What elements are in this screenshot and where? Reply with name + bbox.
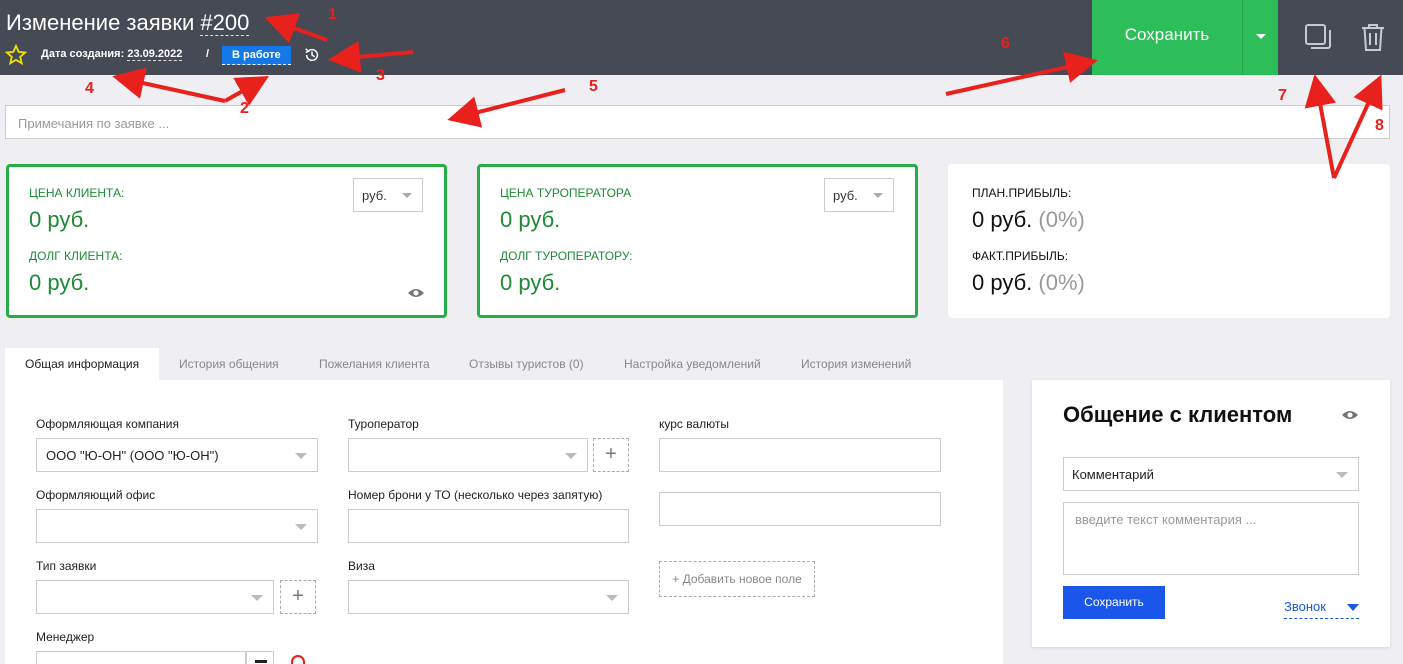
operator-debt-value: 0 руб. <box>500 270 561 295</box>
plan-profit-label: ПЛАН.ПРИБЫЛЬ: <box>972 186 1072 200</box>
message-type-select[interactable]: Комментарий <box>1063 457 1359 491</box>
annotation-1: 1 <box>328 6 337 23</box>
manager-label: Менеджер <box>36 630 95 644</box>
company-select[interactable]: ООО "Ю-ОН" (ООО "Ю-ОН") <box>36 438 318 472</box>
visa-select[interactable] <box>348 580 629 614</box>
add-tour-operator-button[interactable]: + <box>593 438 629 472</box>
plan-profit-amount: 0 руб. <box>972 207 1033 232</box>
manager-dropdown-toggle[interactable] <box>246 651 274 664</box>
client-price-label: ЦЕНА КЛИЕНТА: <box>29 186 125 200</box>
client-currency-select[interactable]: руб. <box>353 178 423 212</box>
created-date-value[interactable]: 23.09.2022 <box>127 48 183 61</box>
created-date: Дата создания: 23.09.2022 <box>41 48 183 61</box>
exchange-rate-input[interactable] <box>659 438 941 472</box>
title-prefix: Изменение заявки <box>6 10 201 35</box>
status-badge[interactable]: В работе <box>222 46 291 65</box>
order-type-label: Тип заявки <box>36 559 97 573</box>
tour-operator-label: Туроператор <box>348 417 419 431</box>
fact-profit-label: ФАКТ.ПРИБЫЛЬ: <box>972 249 1069 263</box>
created-label: Дата создания: <box>41 48 125 60</box>
tab-general-info[interactable]: Общая информация <box>5 348 159 380</box>
star-icon[interactable] <box>5 44 27 66</box>
eye-icon[interactable] <box>407 287 425 299</box>
operator-currency-select[interactable]: руб. <box>824 178 894 212</box>
booking-number-label: Номер брони у ТО (несколько через запяту… <box>348 488 603 502</box>
trash-icon[interactable] <box>1360 22 1386 52</box>
annotation-5: 5 <box>589 78 598 95</box>
order-number[interactable]: #200 <box>200 10 250 36</box>
copy-icon[interactable] <box>1303 22 1333 52</box>
notes-input[interactable]: Примечания по заявке ... <box>5 105 1390 139</box>
save-options-dropdown[interactable] <box>1242 0 1278 75</box>
exchange-rate-input-2[interactable] <box>659 492 941 526</box>
separator: / <box>206 48 210 60</box>
annotation-3: 3 <box>376 67 385 84</box>
comment-save-button[interactable]: Сохранить <box>1063 586 1165 619</box>
annotation-7: 7 <box>1278 87 1287 104</box>
comment-textarea[interactable]: введите текст комментария ... <box>1063 502 1359 575</box>
tab-change-history[interactable]: История изменений <box>801 348 911 380</box>
annotation-4: 4 <box>85 80 94 97</box>
save-button[interactable]: Сохранить <box>1092 0 1242 75</box>
exchange-rate-label: курс валюты <box>659 417 730 431</box>
eye-icon[interactable] <box>1341 409 1359 421</box>
annotation-6: 6 <box>1001 35 1010 52</box>
tour-operator-select[interactable] <box>348 438 588 472</box>
office-label: Оформляющий офис <box>36 488 156 502</box>
client-price-value: 0 руб. <box>29 207 90 232</box>
operator-price-value: 0 руб. <box>500 207 561 232</box>
add-field-button[interactable]: + Добавить новое поле <box>659 561 815 597</box>
chevron-down-icon[interactable] <box>1347 604 1359 611</box>
fact-profit-percent: (0%) <box>1038 270 1085 295</box>
tab-client-wishes[interactable]: Пожелания клиента <box>319 348 430 380</box>
menu-icon <box>255 660 267 663</box>
tab-communication-history[interactable]: История общения <box>179 348 279 380</box>
history-icon[interactable] <box>303 46 321 64</box>
fact-profit-value: 0 руб. (0%) <box>972 270 1085 296</box>
company-label: Оформляющая компания <box>36 417 179 431</box>
order-type-select[interactable] <box>36 580 274 614</box>
client-debt-label: ДОЛГ КЛИЕНТА: <box>29 249 123 263</box>
tab-notification-settings[interactable]: Настройка уведомлений <box>624 348 761 380</box>
plan-profit-value: 0 руб. (0%) <box>972 207 1085 233</box>
help-icon[interactable] <box>291 655 305 664</box>
communication-title: Общение с клиентом <box>1063 402 1293 427</box>
office-select[interactable] <box>36 509 318 543</box>
booking-number-input[interactable] <box>348 509 629 543</box>
client-debt-value: 0 руб. <box>29 270 90 295</box>
tab-tourist-reviews[interactable]: Отзывы туристов (0) <box>469 348 584 380</box>
add-order-type-button[interactable]: + <box>280 580 316 614</box>
manager-select[interactable] <box>36 651 246 664</box>
annotation-8: 8 <box>1375 117 1384 134</box>
plan-profit-percent: (0%) <box>1038 207 1085 232</box>
operator-price-label: ЦЕНА ТУРОПЕРАТОРА <box>500 186 632 200</box>
annotation-2: 2 <box>240 100 249 117</box>
fact-profit-amount: 0 руб. <box>972 270 1033 295</box>
operator-debt-label: ДОЛГ ТУРОПЕРАТОРУ: <box>500 249 633 263</box>
page-title: Изменение заявки #200 <box>6 10 250 36</box>
visa-label: Виза <box>348 559 375 573</box>
